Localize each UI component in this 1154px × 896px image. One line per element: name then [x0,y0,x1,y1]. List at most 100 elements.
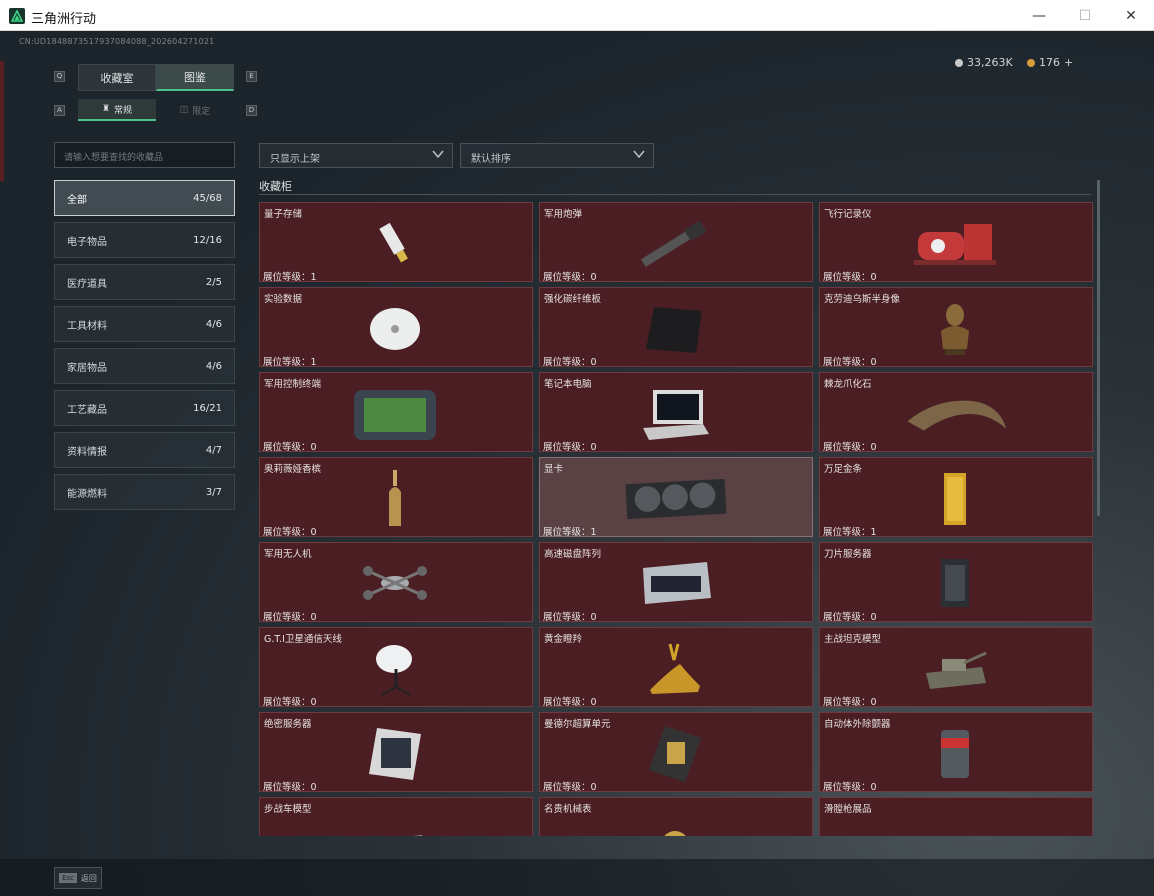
display-level: 展位等级：0 [263,612,317,623]
display-level: 展位等级：0 [823,612,877,623]
search-input[interactable]: 请输入想要查找的收藏品 [54,142,235,168]
item-name: 飞行记录仪 [824,209,872,220]
category-label: 工艺藏品 [67,404,107,416]
collection-item-card[interactable]: 笔记本电脑 展位等级：0 [539,372,813,453]
display-level: 展位等级：0 [543,442,597,453]
shelf-filter-select[interactable]: 只显示上架 [259,143,453,168]
collection-item-card[interactable]: 步战车模型 [259,797,533,836]
category-item[interactable]: 医疗道具 2/5 [54,264,235,300]
satellite-dish-icon [340,640,450,698]
sort-value: 默认排序 [471,154,511,165]
display-level: 展位等级：0 [823,697,877,708]
sort-select[interactable]: 默认排序 [460,143,654,168]
game-area: CN:UD1848873517937084088_202604271021 33… [0,31,1154,896]
subtab-regular[interactable]: ♜ 常规 [78,99,156,121]
chevron-down-icon [633,150,645,159]
item-name: 军用控制终端 [264,379,322,390]
collection-item-card[interactable]: 主战坦克模型 展位等级：0 [819,627,1093,708]
subtab-limited[interactable]: ◫ 限定 [156,99,234,121]
category-count: 2/5 [205,276,222,288]
key-hint-e: E [246,71,257,82]
collection-item-card[interactable]: 军用控制终端 展位等级：0 [259,372,533,453]
close-button[interactable]: ✕ [1108,0,1154,31]
flight-recorder-icon [900,215,1010,273]
collection-item-card[interactable]: G.T.I卫星通信天线 展位等级：0 [259,627,533,708]
add-gold-button[interactable]: + [1064,56,1073,69]
golden-gazelle-icon [620,640,730,698]
display-level: 展位等级：0 [263,782,317,793]
item-name: 实验数据 [264,294,303,305]
item-name: 步战车模型 [264,804,312,815]
item-name: 量子存储 [264,209,303,220]
item-name: 主战坦克模型 [824,634,882,645]
collection-item-card[interactable]: 实验数据展位等级：1 [259,287,533,368]
category-item[interactable]: 电子物品 12/16 [54,222,235,258]
collection-item-card[interactable]: 棘龙爪化石 展位等级：0 [819,372,1093,453]
silver-coin-icon [955,58,963,67]
item-name: 军用无人机 [264,549,312,560]
maximize-button[interactable]: ☐ [1062,0,1108,31]
collection-item-card[interactable]: 奥莉薇娅香槟 展位等级：0 [259,457,533,538]
claw-fossil-icon [900,385,1010,443]
category-item[interactable]: 工艺藏品 16/21 [54,390,235,426]
silver-amount: 33,263K [967,56,1013,69]
collection-item-card[interactable]: 名贵机械表 [539,797,813,836]
category-item[interactable]: 家居物品 4/6 [54,348,235,384]
category-label: 资料情报 [67,446,107,458]
gold-coin-icon [1027,58,1035,67]
regular-icon: ♜ [101,104,111,114]
category-item[interactable]: 资料情报 4/7 [54,432,235,468]
display-level: 展位等级：0 [543,612,597,623]
display-level: 展位等级：0 [823,272,877,283]
tab-codex[interactable]: 图鉴 [156,64,234,91]
back-label: 返回 [80,873,97,883]
collection-item-card[interactable]: 黄金瞪羚 展位等级：0 [539,627,813,708]
collection-item-card[interactable]: 克劳迪乌斯半身像 展位等级：0 [819,287,1093,368]
display-level: 展位等级：1 [263,272,317,283]
collection-item-card[interactable]: 高速磁盘阵列 展位等级：0 [539,542,813,623]
category-item[interactable]: 能源燃料 3/7 [54,474,235,510]
collection-item-card[interactable]: 强化碳纤维板 展位等级：0 [539,287,813,368]
collection-item-card[interactable]: 显卡 展位等级：1 [539,457,813,538]
graphics-card-icon [620,470,730,528]
supercomputer-unit-icon [620,725,730,783]
edge-accent [0,61,4,181]
display-level: 展位等级：0 [263,697,317,708]
category-count: 4/6 [205,318,222,330]
category-count: 4/6 [205,360,222,372]
collection-item-card[interactable]: 刀片服务器 展位等级：0 [819,542,1093,623]
collection-item-card[interactable]: 量子存储展位等级：1 [259,202,533,283]
display-level: 展位等级：1 [263,357,317,368]
collection-item-card[interactable]: 飞行记录仪展位等级：0 [819,202,1093,283]
collection-item-card[interactable]: 万足金条 展位等级：1 [819,457,1093,538]
tab-collection-room[interactable]: 收藏室 [78,64,156,91]
item-name: 高速磁盘阵列 [544,549,602,560]
display-level: 展位等级：0 [823,442,877,453]
watch-icon [620,810,730,836]
key-hint-a: A [54,105,65,116]
defibrillator-icon [900,725,1010,783]
collection-item-card[interactable]: 自动体外除颤器 展位等级：0 [819,712,1093,793]
category-label: 工具材料 [67,320,107,332]
collection-item-card[interactable]: 军用炮弹 展位等级：0 [539,202,813,283]
grid-scrollbar[interactable] [1097,180,1100,516]
laptop-icon [620,385,730,443]
category-item[interactable]: 工具材料 4/6 [54,306,235,342]
musket-icon [900,810,1010,836]
user-uid: CN:UD1848873517937084088_202604271021 [19,37,215,46]
blade-server-icon [900,555,1010,613]
app-logo-icon [9,8,25,24]
collection-item-card[interactable]: 绝密服务器 展位等级：0 [259,712,533,793]
item-name: 奥莉薇娅香槟 [264,464,322,475]
collection-item-card[interactable]: 曼德尔超算单元 展位等级：0 [539,712,813,793]
collection-item-card[interactable]: 滑膛枪展品 [819,797,1093,836]
tank-model-icon [900,640,1010,698]
minimize-button[interactable]: — [1016,0,1062,31]
item-name: 克劳迪乌斯半身像 [824,294,901,305]
section-divider [259,194,1091,195]
collection-item-card[interactable]: 军用无人机展位等级：0 [259,542,533,623]
drone-icon [340,555,450,613]
gold-currency[interactable]: 176 + [1027,56,1073,69]
back-button[interactable]: Esc 返回 [54,867,102,889]
category-item[interactable]: 全部 45/68 [54,180,235,216]
